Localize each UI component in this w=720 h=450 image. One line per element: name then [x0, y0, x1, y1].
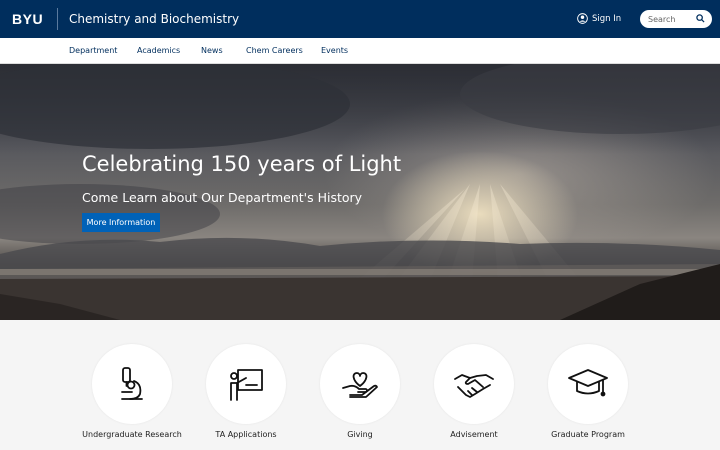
site-title[interactable]: Chemistry and Biochemistry — [69, 12, 239, 26]
quicklink-label: Advisement — [450, 430, 498, 439]
sign-in-link[interactable]: Sign In — [577, 13, 621, 24]
quicklink-advisement[interactable]: Advisement — [424, 344, 524, 440]
more-information-button[interactable]: More Information — [82, 213, 160, 232]
main-nav: Department Academics News Chem Careers E… — [0, 38, 720, 64]
nav-item-events[interactable]: Events — [321, 46, 348, 55]
handshake-icon — [454, 374, 494, 398]
search-box — [640, 10, 712, 28]
nav-item-academics[interactable]: Academics — [137, 46, 180, 55]
quicklink-circle — [92, 344, 172, 424]
quicklink-label: Giving — [347, 430, 373, 439]
quicklink-circle — [206, 344, 286, 424]
sign-in-label: Sign In — [592, 13, 622, 24]
site-header: BYU Chemistry and Biochemistry Sign In — [0, 0, 720, 38]
search-input[interactable] — [648, 13, 696, 25]
quicklink-label: Undergraduate Research — [82, 430, 182, 439]
nav-item-department[interactable]: Department — [69, 46, 117, 55]
byu-logo[interactable]: BYU — [12, 11, 43, 27]
nav-item-chem-careers[interactable]: Chem Careers — [246, 46, 303, 55]
teacher-board-icon — [230, 369, 263, 401]
hero-banner: Celebrating 150 years of Light Come Lear… — [0, 64, 720, 320]
quicklink-label: Graduate Program — [551, 430, 625, 439]
quicklink-graduate-program[interactable]: Graduate Program — [538, 344, 638, 440]
quicklink-circle — [320, 344, 400, 424]
quicklink-undergraduate-research[interactable]: Undergraduate Research — [82, 344, 182, 440]
hero-subtitle: Come Learn about Our Department's Histor… — [82, 190, 363, 205]
hand-heart-icon — [342, 372, 378, 398]
quicklink-ta-applications[interactable]: TA Applications — [196, 344, 296, 440]
quick-links-section: Undergraduate Research TA Applications G… — [0, 320, 720, 450]
graduation-cap-icon — [568, 369, 608, 397]
microscope-icon — [121, 367, 143, 400]
quicklink-circle — [548, 344, 628, 424]
quicklink-label: TA Applications — [215, 430, 277, 439]
nav-item-news[interactable]: News — [201, 46, 223, 55]
search-icon[interactable] — [696, 14, 705, 23]
user-icon — [577, 13, 588, 24]
hero-title: Celebrating 150 years of Light — [82, 152, 402, 176]
quicklink-circle — [434, 344, 514, 424]
quicklink-giving[interactable]: Giving — [310, 344, 410, 440]
header-divider — [57, 8, 58, 30]
